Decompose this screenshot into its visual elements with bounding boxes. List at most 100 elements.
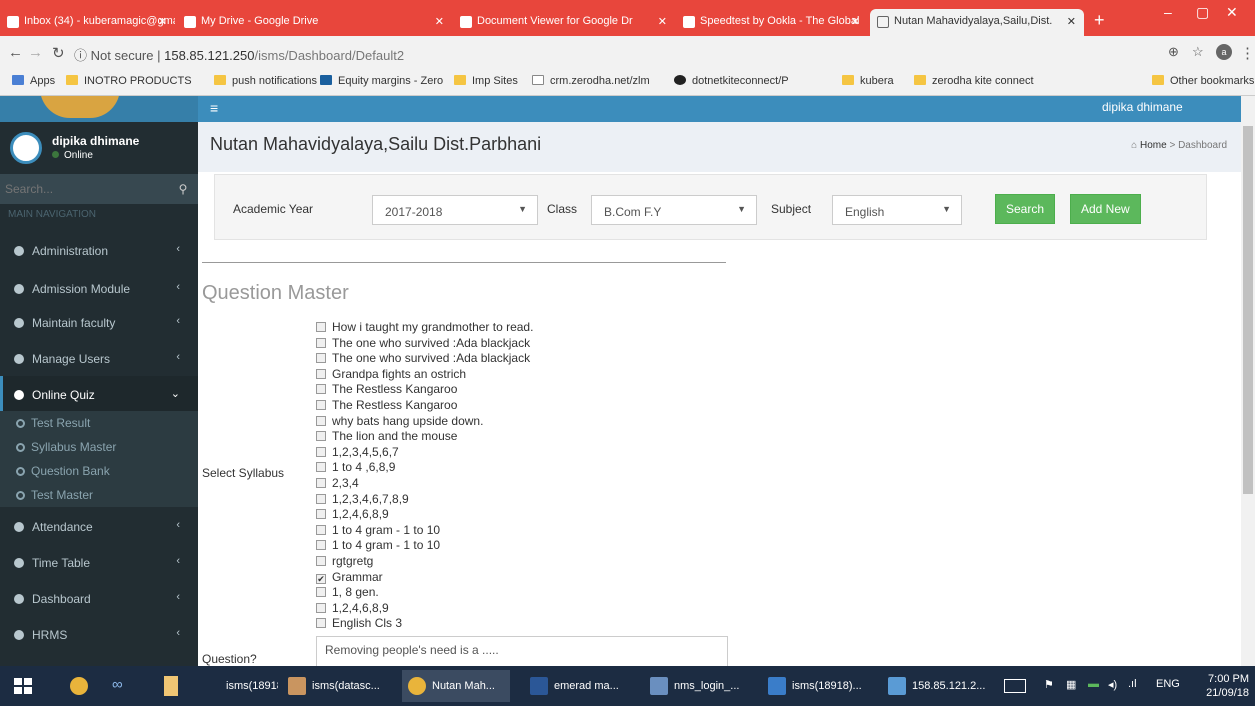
syllabus-option[interactable]: 1, 8 gen. — [316, 585, 716, 601]
syllabus-option[interactable]: rgtgretg — [316, 554, 716, 570]
scrollbar-thumb[interactable] — [1243, 126, 1253, 494]
checkbox[interactable] — [316, 368, 326, 379]
chrome-icon[interactable] — [70, 677, 88, 695]
close-tab-icon[interactable]: ✕ — [658, 15, 667, 28]
syllabus-option[interactable]: The lion and the mouse — [316, 429, 716, 445]
back-icon[interactable]: ← — [8, 44, 23, 61]
taskbar-item[interactable]: nms_login_... — [644, 670, 754, 702]
syllabus-option[interactable]: The Restless Kangaroo — [316, 398, 716, 414]
checkbox[interactable] — [316, 415, 326, 426]
profile-icon[interactable]: a — [1216, 44, 1232, 60]
tab-doc-viewer[interactable]: Document Viewer for Google Dr ✕ — [453, 9, 675, 36]
sidebar-item-faculty[interactable]: Maintain faculty ‹ — [0, 304, 198, 340]
search-button[interactable]: Search — [995, 194, 1056, 224]
taskbar-item[interactable]: isms(18918) — [196, 670, 278, 702]
signal-icon[interactable]: .ıl — [1128, 678, 1137, 690]
clock[interactable]: 7:00 PM 21/09/18 — [1206, 672, 1249, 700]
add-new-button[interactable]: Add New — [1070, 194, 1141, 224]
sidebar-item-timetable[interactable]: Time Table ‹ — [0, 544, 198, 580]
sidebar-item-admission[interactable]: Admission Module ‹ — [0, 270, 198, 306]
checkbox[interactable] — [316, 337, 326, 348]
syllabus-option[interactable]: Grandpa fights an ostrich — [316, 367, 716, 383]
class-select[interactable]: B.Com F.Y ▼ — [591, 195, 757, 225]
syllabus-option[interactable]: ✔ Grammar — [316, 570, 716, 586]
tab-gmail[interactable]: Inbox (34) - kuberamagic@gma ✕ — [0, 9, 175, 36]
taskbar-item[interactable]: emerad ma... — [524, 670, 634, 702]
syllabus-option[interactable]: why bats hang upside down. — [316, 414, 716, 430]
syllabus-option[interactable]: 1 to 4 gram - 1 to 10 — [316, 538, 716, 554]
checkbox[interactable]: ✔ — [316, 573, 326, 584]
syllabus-option[interactable]: 1,2,3,4,6,7,8,9 — [316, 492, 716, 508]
sidebar-item-users[interactable]: Manage Users ‹ — [0, 340, 198, 376]
close-window-icon[interactable]: ✕ — [1226, 4, 1238, 21]
question-input[interactable]: Removing people's need is a ..... — [316, 636, 728, 666]
checkbox[interactable] — [316, 322, 326, 332]
checkbox[interactable] — [316, 477, 326, 488]
bookmark[interactable]: dotnetkiteconnect/P — [674, 75, 789, 87]
submenu-test-result[interactable]: Test Result — [0, 411, 198, 435]
bookmark-other[interactable]: Other bookmarks — [1152, 75, 1254, 87]
search-input[interactable] — [0, 176, 168, 202]
syllabus-option[interactable]: English Cls 3 — [316, 616, 716, 632]
syllabus-option[interactable]: The Restless Kangaroo — [316, 382, 716, 398]
network-icon[interactable]: ▦ — [1066, 678, 1076, 691]
taskbar-item[interactable]: 158.85.121.2... — [882, 670, 992, 702]
checkbox[interactable] — [316, 509, 326, 520]
sidebar-item-hrms[interactable]: HRMS ‹ — [0, 616, 198, 652]
tab-drive[interactable]: My Drive - Google Drive ✕ — [177, 9, 452, 36]
page-scrollbar[interactable] — [1241, 96, 1255, 666]
tab-nutan[interactable]: Nutan Mahavidyalaya,Sailu,Dist. ✕ — [870, 9, 1084, 36]
taskbar-item-active[interactable]: Nutan Mah... — [402, 670, 510, 702]
flag-icon[interactable]: ⚑ — [1044, 678, 1054, 691]
menu-icon[interactable]: ⋮ — [1240, 44, 1255, 62]
bookmark[interactable]: crm.zerodha.net/zlm — [532, 75, 650, 87]
bookmark[interactable]: push notifications — [214, 75, 317, 87]
bookmark-apps[interactable]: Apps — [12, 75, 55, 87]
logo[interactable] — [0, 96, 198, 122]
checkbox[interactable] — [316, 540, 326, 551]
checkbox[interactable] — [316, 353, 326, 364]
reload-icon[interactable]: ↻ — [52, 44, 65, 62]
checkbox[interactable] — [316, 524, 326, 535]
submenu-test-master[interactable]: Test Master — [0, 483, 198, 507]
maximize-icon[interactable]: ▢ — [1196, 4, 1209, 21]
checkbox[interactable] — [316, 462, 326, 473]
checkbox[interactable] — [316, 602, 326, 613]
syllabus-option[interactable]: The one who survived :Ada blackjack — [316, 351, 716, 367]
close-tab-icon[interactable]: ✕ — [851, 15, 860, 28]
language-indicator[interactable]: ENG — [1156, 678, 1180, 690]
syllabus-option[interactable]: 1,2,4,6,8,9 — [316, 601, 716, 617]
checkbox[interactable] — [316, 618, 326, 629]
bookmark[interactable]: Imp Sites — [454, 75, 518, 87]
syllabus-option[interactable]: The one who survived :Ada blackjack — [316, 336, 716, 352]
submenu-syllabus-master[interactable]: Syllabus Master — [0, 435, 198, 459]
sidebar-item-online-quiz[interactable]: Online Quiz ⌄ — [0, 376, 198, 412]
syllabus-option[interactable]: How i taught my grandmother to read. — [316, 320, 716, 336]
sidebar-item-attendance[interactable]: Attendance ‹ — [0, 508, 198, 544]
windows-start-icon[interactable] — [14, 678, 32, 694]
hamburger-icon[interactable]: ≡ — [210, 100, 218, 116]
folder-icon[interactable] — [164, 676, 178, 696]
bookmark[interactable]: zerodha kite connect — [914, 75, 1034, 87]
taskbar-item[interactable]: isms(datasc... — [282, 670, 398, 702]
taskbar-item[interactable]: isms(18918)... — [762, 670, 872, 702]
checkbox[interactable] — [316, 587, 326, 598]
app-icon[interactable]: ∞ — [112, 676, 123, 693]
checkbox[interactable] — [316, 493, 326, 504]
breadcrumb-home[interactable]: Home — [1140, 140, 1167, 151]
tab-speedtest[interactable]: Speedtest by Ookla - The Global ✕ — [676, 9, 868, 36]
zoom-icon[interactable]: ⊕ — [1168, 44, 1179, 60]
close-tab-icon[interactable]: ✕ — [1067, 15, 1076, 28]
minimize-icon[interactable]: – — [1164, 4, 1172, 20]
submenu-question-bank[interactable]: Question Bank — [0, 459, 198, 483]
academic-year-select[interactable]: 2017-2018 ▼ — [372, 195, 538, 225]
search-icon[interactable]: ⚲ — [168, 176, 198, 202]
checkbox[interactable] — [316, 399, 326, 410]
syllabus-option[interactable]: 1 to 4 ,6,8,9 — [316, 460, 716, 476]
close-tab-icon[interactable]: ✕ — [435, 15, 444, 28]
battery-icon[interactable]: ▬ — [1088, 678, 1099, 690]
bookmark[interactable]: Equity margins - Zero — [320, 75, 443, 87]
syllabus-option[interactable]: 1,2,4,6,8,9 — [316, 507, 716, 523]
syllabus-option[interactable]: 1 to 4 gram - 1 to 10 — [316, 523, 716, 539]
subject-select[interactable]: English ▼ — [832, 195, 962, 225]
